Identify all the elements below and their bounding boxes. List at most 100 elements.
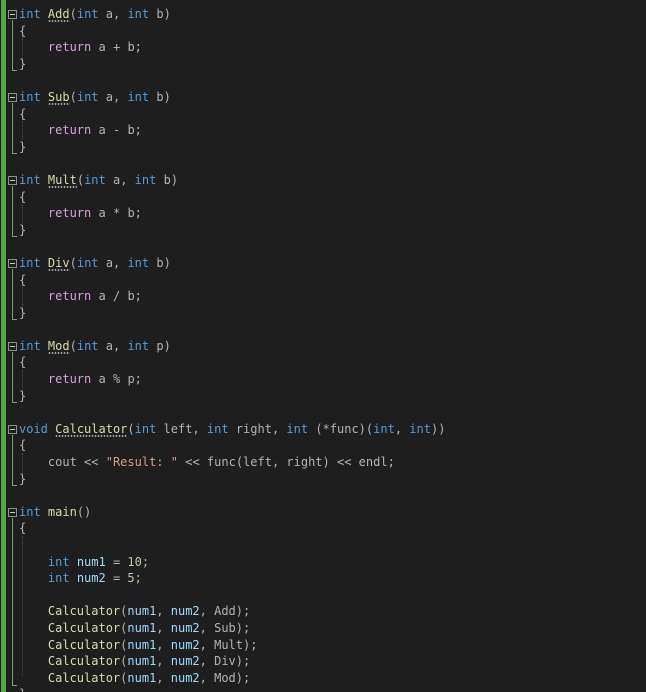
fold-line bbox=[12, 20, 13, 70]
variable: num1 bbox=[127, 620, 157, 635]
keyword: int bbox=[76, 255, 99, 270]
code-line: int num1 = 10; bbox=[47, 554, 150, 569]
code-line: } bbox=[19, 139, 27, 154]
fold-toggle-add[interactable] bbox=[8, 10, 17, 19]
keyword: int bbox=[19, 7, 41, 21]
function-name: Calculator bbox=[55, 421, 128, 437]
param: left bbox=[163, 421, 193, 436]
function-name: Sub bbox=[47, 89, 70, 105]
param: b bbox=[156, 7, 164, 21]
keyword: int bbox=[19, 89, 41, 104]
fold-toggle-main[interactable] bbox=[8, 508, 17, 517]
operator: % bbox=[112, 372, 121, 387]
identifier: left bbox=[243, 455, 272, 470]
number-literal: 5 bbox=[127, 571, 135, 586]
code-line: { bbox=[19, 438, 27, 453]
fold-end bbox=[12, 236, 17, 237]
fold-end bbox=[12, 319, 17, 320]
identifier: func bbox=[206, 455, 236, 470]
operand: b bbox=[127, 289, 135, 304]
operator: << bbox=[185, 455, 200, 470]
function-name: Div bbox=[47, 255, 70, 271]
keyword: int bbox=[47, 571, 70, 586]
fold-toggle-calculator[interactable] bbox=[8, 425, 17, 434]
string-literal: "Result: " bbox=[105, 455, 178, 470]
code-line: Calculator(num1, num2, Add); bbox=[47, 604, 251, 619]
operator: / bbox=[112, 289, 121, 304]
keyword: int bbox=[19, 172, 41, 187]
function-call: Calculator bbox=[47, 637, 121, 652]
variable: num1 bbox=[127, 654, 157, 669]
code-line: { bbox=[19, 106, 27, 121]
code-area[interactable]: int Add(int a, int b) { return a + b; } … bbox=[19, 6, 445, 692]
variable: num1 bbox=[127, 637, 157, 652]
code-line: return a % p; bbox=[47, 372, 142, 387]
fold-toggle-div[interactable] bbox=[8, 259, 17, 268]
operand: a bbox=[98, 123, 106, 138]
number-literal: 10 bbox=[127, 554, 142, 569]
param: right bbox=[235, 421, 272, 436]
fold-toggle-sub[interactable] bbox=[8, 93, 17, 102]
keyword-return: return bbox=[47, 289, 92, 304]
param: b bbox=[156, 255, 164, 270]
function-call: Calculator bbox=[47, 620, 121, 635]
keyword-return: return bbox=[47, 206, 92, 221]
keyword-return: return bbox=[47, 372, 92, 387]
variable: num2 bbox=[76, 571, 106, 586]
code-line: } bbox=[19, 305, 27, 320]
variable: num1 bbox=[76, 554, 106, 569]
code-line: { bbox=[19, 272, 27, 287]
keyword: int bbox=[19, 504, 41, 519]
identifier: Div bbox=[214, 654, 236, 669]
code-line: int Mult(int a, int b) bbox=[19, 172, 179, 188]
param: a bbox=[105, 255, 113, 270]
keyword: int bbox=[134, 172, 157, 187]
identifier: Mult bbox=[214, 637, 244, 652]
code-line: int Sub(int a, int b) bbox=[19, 89, 171, 105]
identifier: endl bbox=[358, 455, 388, 470]
identifier: right bbox=[286, 455, 323, 470]
fold-end bbox=[12, 685, 17, 686]
operand: b bbox=[127, 40, 135, 55]
variable: num2 bbox=[170, 620, 200, 635]
keyword-return: return bbox=[47, 40, 92, 55]
fold-toggle-mult[interactable] bbox=[8, 176, 17, 185]
fold-line bbox=[12, 103, 13, 153]
fold-end bbox=[12, 485, 17, 486]
fold-end bbox=[12, 153, 17, 154]
fold-line bbox=[12, 435, 13, 485]
param: a bbox=[105, 7, 113, 21]
fold-toggle-mod[interactable] bbox=[8, 342, 17, 351]
keyword: int bbox=[76, 89, 99, 104]
fold-line bbox=[12, 518, 13, 685]
variable: num2 bbox=[170, 604, 200, 619]
keyword: int bbox=[127, 255, 150, 270]
variable: num1 bbox=[127, 670, 157, 685]
keyword: int bbox=[84, 172, 106, 187]
operator: * bbox=[112, 206, 121, 221]
variable: num2 bbox=[170, 654, 200, 669]
code-line: int Add(int a, int b) bbox=[19, 7, 171, 22]
param: a bbox=[105, 338, 113, 353]
fold-end bbox=[12, 70, 17, 71]
code-line: Calculator(num1, num2, Sub); bbox=[47, 620, 251, 635]
code-line: } bbox=[19, 388, 27, 403]
param: b bbox=[156, 89, 164, 104]
code-line: { bbox=[19, 189, 27, 204]
keyword: int bbox=[127, 89, 150, 104]
code-line: { bbox=[19, 23, 27, 38]
keyword: int bbox=[286, 421, 309, 436]
code-line: return a - b; bbox=[47, 123, 142, 138]
operator: << bbox=[84, 455, 99, 470]
keyword: int bbox=[47, 554, 70, 569]
operator: - bbox=[112, 123, 121, 138]
code-editor[interactable]: int Add(int a, int b) { return a + b; } … bbox=[0, 0, 646, 692]
variable: num2 bbox=[170, 670, 200, 685]
function-name: Mod bbox=[47, 338, 70, 354]
code-line: } bbox=[19, 222, 27, 237]
change-indicator-bar bbox=[1, 0, 6, 692]
identifier: Mod bbox=[214, 670, 236, 685]
